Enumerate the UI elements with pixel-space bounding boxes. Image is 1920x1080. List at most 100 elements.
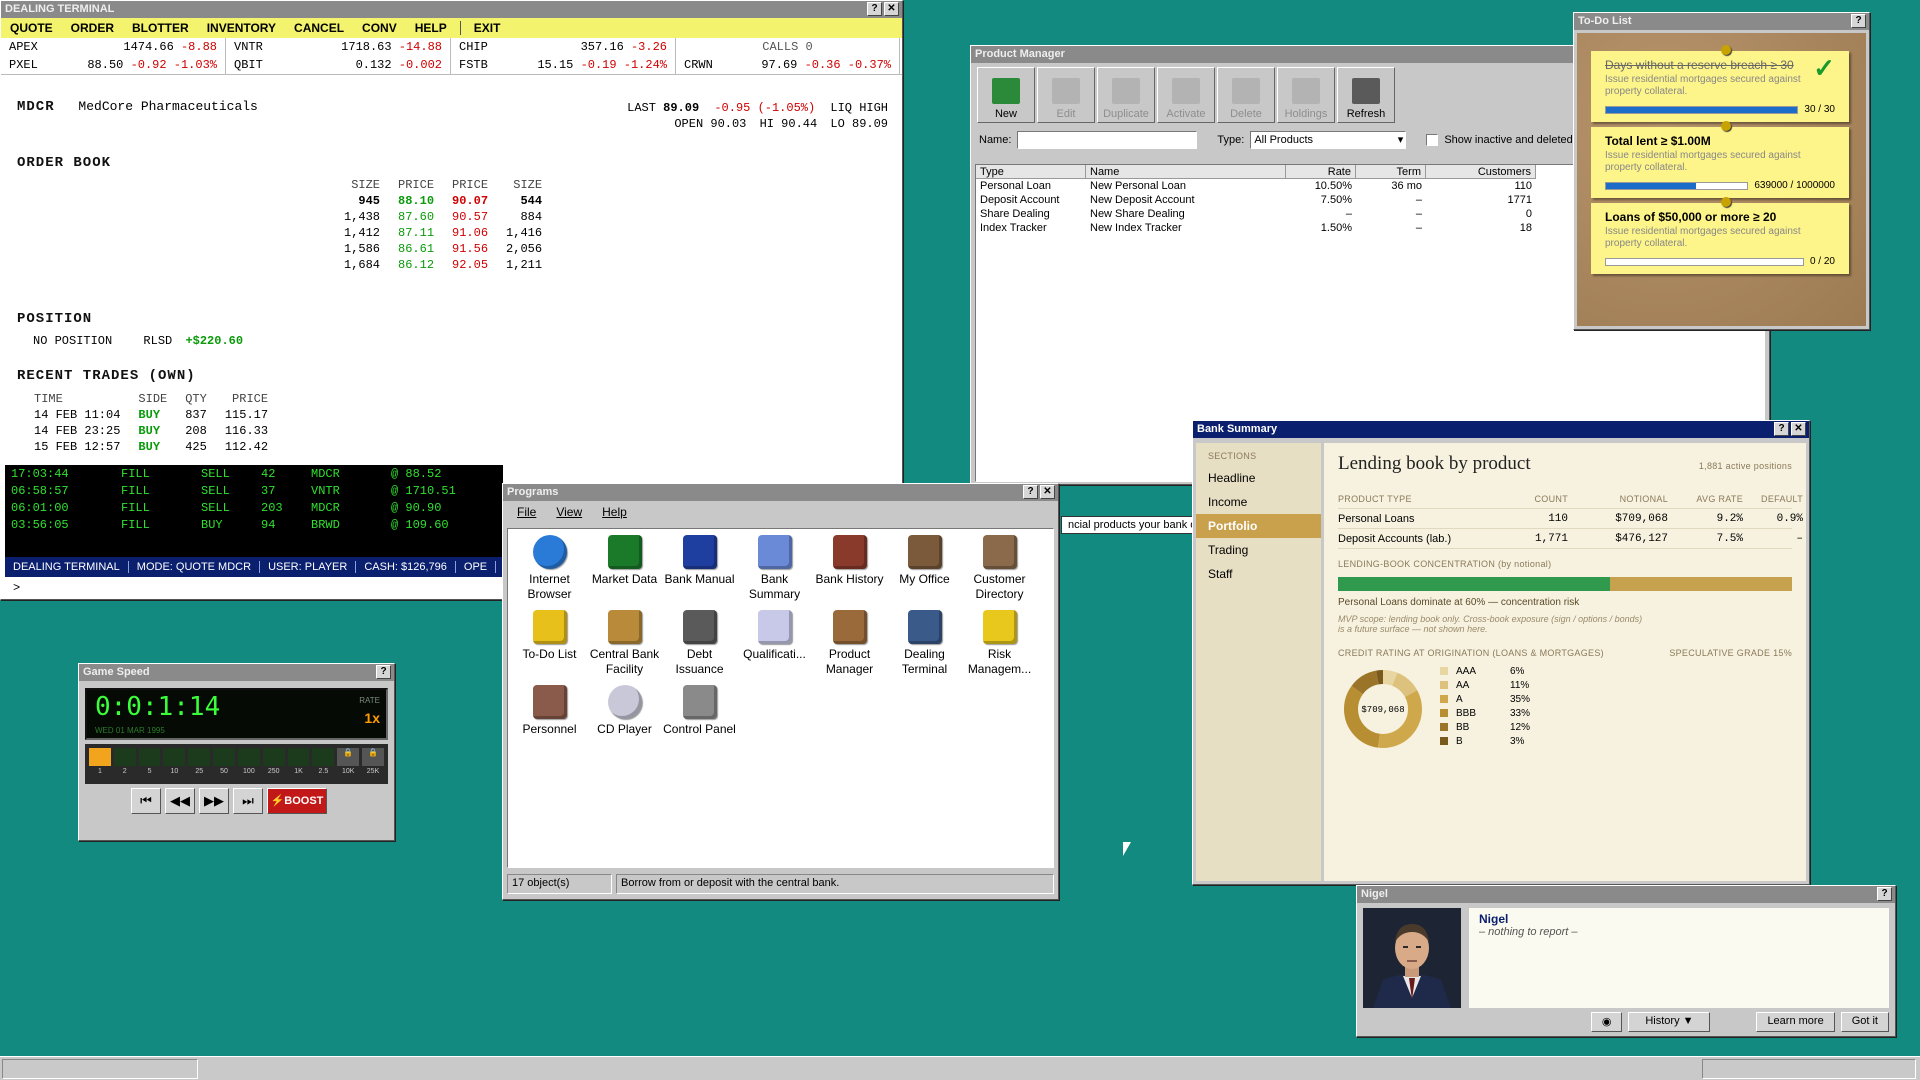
menu-order[interactable]: ORDER	[62, 18, 123, 38]
learn-more-button[interactable]: Learn more	[1756, 1012, 1835, 1032]
speed-step-10[interactable]	[163, 748, 186, 766]
menu-blotter[interactable]: BLOTTER	[123, 18, 198, 38]
menu-quote[interactable]: QUOTE	[1, 18, 62, 38]
todo-titlebar[interactable]: To-Do List ?	[1574, 13, 1869, 30]
ticker-cell[interactable]: CALLS 0	[676, 38, 900, 56]
program-bank-history[interactable]: Bank History	[812, 535, 887, 610]
help-icon[interactable]: ?	[867, 2, 882, 16]
close-icon[interactable]: ✕	[1040, 485, 1055, 499]
speed-step-50[interactable]	[213, 748, 235, 766]
column-header[interactable]: Rate	[1286, 165, 1356, 179]
section-staff[interactable]: Staff	[1196, 562, 1321, 586]
delete-button[interactable]: Delete	[1217, 67, 1275, 123]
speed-step-2-5[interactable]	[312, 748, 335, 766]
menu-exit[interactable]: EXIT	[465, 18, 510, 38]
section-headline[interactable]: Headline	[1196, 466, 1321, 490]
program-internet-browser[interactable]: Internet Browser	[512, 535, 587, 610]
lock-icon[interactable]: 🔒	[337, 748, 360, 766]
game-speed-titlebar[interactable]: Game Speed ?	[79, 664, 394, 681]
program-customer-directory[interactable]: Customer Directory	[962, 535, 1037, 610]
menu-inventory[interactable]: INVENTORY	[198, 18, 285, 38]
camera-icon[interactable]: ◉	[1590, 1012, 1623, 1032]
column-header[interactable]: Name	[1086, 165, 1286, 179]
dealing-terminal-titlebar[interactable]: DEALING TERMINAL ? ✕	[1, 1, 902, 18]
bank-summary-titlebar[interactable]: Bank Summary ? ✕	[1193, 421, 1809, 438]
help-icon[interactable]: ?	[1023, 485, 1038, 499]
section-income[interactable]: Income	[1196, 490, 1321, 514]
legend-item: BBB 33%	[1440, 706, 1530, 720]
todo-note[interactable]: Days without a reserve breach ≥ 30 ✓ Issue…	[1591, 45, 1849, 122]
legend-value: 12%	[1510, 721, 1531, 733]
close-icon[interactable]: ✕	[1791, 422, 1806, 436]
program-risk-managem-[interactable]: Risk Managem...	[962, 610, 1037, 685]
lock-icon[interactable]: 🔒	[362, 748, 384, 766]
speed-step-1[interactable]	[89, 748, 111, 766]
ticker-cell[interactable]: QBIT 0.132 -0.002	[226, 56, 451, 74]
speed-step-25[interactable]	[188, 748, 211, 766]
todo-note[interactable]: Total lent ≥ $1.00M Issue residential mor…	[1591, 121, 1849, 198]
menu-help[interactable]: Help	[602, 505, 627, 519]
help-icon[interactable]: ?	[1877, 887, 1892, 901]
program-qualificati-[interactable]: Qualificati...	[737, 610, 812, 685]
speed-step-250[interactable]	[262, 748, 285, 766]
duplicate-button[interactable]: Duplicate	[1097, 67, 1155, 123]
program-personnel[interactable]: Personnel	[512, 685, 587, 760]
help-icon[interactable]: ?	[376, 665, 391, 679]
show-inactive-checkbox[interactable]	[1426, 134, 1439, 146]
speed-step-100[interactable]	[237, 748, 260, 766]
program-market-data[interactable]: Market Data	[587, 535, 662, 610]
rewind-button[interactable]: ◀◀	[165, 788, 195, 814]
ticker-cell[interactable]: APEX 1474.66 -8.88	[1, 38, 226, 56]
nigel-titlebar[interactable]: Nigel ?	[1357, 886, 1895, 903]
holdings-button[interactable]: Holdings	[1277, 67, 1335, 123]
program-cd-player[interactable]: CD Player	[587, 685, 662, 760]
boost-button[interactable]: ⚡BOOST	[267, 788, 327, 814]
program-product-manager[interactable]: Product Manager	[812, 610, 887, 685]
menu-help[interactable]: HELP	[406, 18, 456, 38]
menu-file[interactable]: File	[517, 505, 536, 519]
program-debt-issuance[interactable]: Debt Issuance	[662, 610, 737, 685]
history-button[interactable]: History ▼	[1628, 1012, 1711, 1032]
program-dealing-terminal[interactable]: Dealing Terminal	[887, 610, 962, 685]
programs-titlebar[interactable]: Programs ? ✕	[503, 484, 1058, 501]
skip-forward-button[interactable]: ⏭	[233, 788, 263, 814]
program-bank-summary[interactable]: Bank Summary	[737, 535, 812, 610]
section-trading[interactable]: Trading	[1196, 538, 1321, 562]
help-icon[interactable]: ?	[1851, 14, 1866, 28]
refresh-button[interactable]: Refresh	[1337, 67, 1395, 123]
column-header[interactable]: Type	[976, 165, 1086, 179]
type-select[interactable]: All Products ▾	[1250, 131, 1407, 149]
program-bank-manual[interactable]: Bank Manual	[662, 535, 737, 610]
menu-view[interactable]: View	[556, 505, 582, 519]
lending-row[interactable]: Personal Loans 110 $709,068 9.2% 0.9%	[1338, 509, 1803, 529]
ticker-cell[interactable]: CRWN 97.69 -0.36 -0.37%	[676, 56, 900, 74]
program-my-office[interactable]: My Office	[887, 535, 962, 610]
close-icon[interactable]: ✕	[884, 2, 899, 16]
lending-row[interactable]: Deposit Accounts (lab.) 1,771 $476,127 7.5%…	[1338, 529, 1803, 549]
fast-forward-button[interactable]: ▶▶	[199, 788, 229, 814]
menu-cancel[interactable]: CANCEL	[285, 18, 353, 38]
ticker-cell[interactable]: FSTB 15.15 -0.19 -1.24%	[451, 56, 676, 74]
column-header[interactable]: Customers	[1426, 165, 1536, 179]
column-header[interactable]: Term	[1356, 165, 1426, 179]
todo-note[interactable]: Loans of $50,000 or more ≥ 20 Issue resid…	[1591, 197, 1849, 274]
ticker-cell[interactable]: CHIP 357.16 -3.26	[451, 38, 676, 56]
program-central-bank-facility[interactable]: Central Bank Facility	[587, 610, 662, 685]
help-icon[interactable]: ?	[1774, 422, 1789, 436]
edit-button[interactable]: Edit	[1037, 67, 1095, 123]
ticker-cell[interactable]: VNTR 1718.63 -14.88	[226, 38, 451, 56]
new-button[interactable]: New	[977, 67, 1035, 123]
activate-button[interactable]: Activate	[1157, 67, 1215, 123]
speed-step-1k[interactable]	[287, 748, 310, 766]
program-control-panel[interactable]: Control Panel	[662, 685, 737, 760]
skip-back-button[interactable]: ⏮	[131, 788, 161, 814]
taskbar-slot[interactable]	[2, 1059, 198, 1079]
menu-conv[interactable]: CONV	[353, 18, 406, 38]
speed-step-5[interactable]	[138, 748, 161, 766]
program-to-do-list[interactable]: To-Do List	[512, 610, 587, 685]
section-portfolio[interactable]: Portfolio	[1196, 514, 1321, 538]
speed-step-2[interactable]	[113, 748, 136, 766]
name-input[interactable]	[1017, 131, 1198, 149]
ticker-cell[interactable]: PXEL 88.50 -0.92 -1.03%	[1, 56, 226, 74]
got-it-button[interactable]: Got it	[1840, 1012, 1889, 1032]
